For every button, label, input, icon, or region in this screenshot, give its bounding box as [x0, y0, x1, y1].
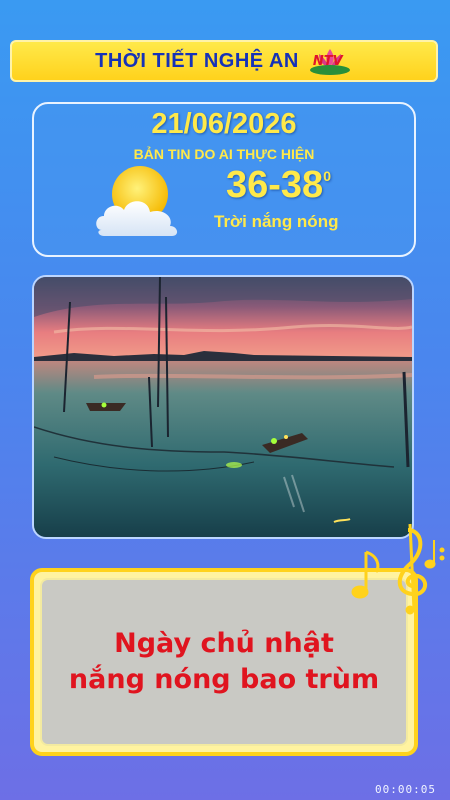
header-banner: THỜI TIẾT NGHỆ AN NTV: [10, 40, 438, 82]
scenery-photo: [32, 275, 414, 539]
caption-line-1: Ngày chủ nhật: [114, 628, 334, 659]
sunset-lagoon-image: [34, 277, 412, 537]
sun-behind-cloud-icon: [96, 166, 178, 236]
temperature-range: 36-380: [226, 164, 331, 207]
ntv-logo: NTV: [307, 46, 353, 76]
forecast-date: 21/06/2026: [151, 108, 297, 140]
logo-text: NTV: [312, 54, 343, 69]
header-title: THỜI TIẾT NGHỆ AN: [95, 49, 299, 72]
video-timecode: 00:00:05: [375, 783, 436, 796]
temperature-value: 36-38: [226, 164, 324, 206]
weather-card: 21/06/2026 BẢN TIN DO AI THỰC HIỆN 36-38…: [32, 102, 416, 257]
caption-line-2: nắng nóng bao trùm: [68, 664, 380, 695]
degree-mark: 0: [323, 168, 331, 184]
forecast-subtitle: BẢN TIN DO AI THỰC HIỆN: [133, 146, 315, 162]
weather-condition: Trời nắng nóng: [214, 212, 339, 231]
music-notes-icon: [351, 523, 445, 615]
